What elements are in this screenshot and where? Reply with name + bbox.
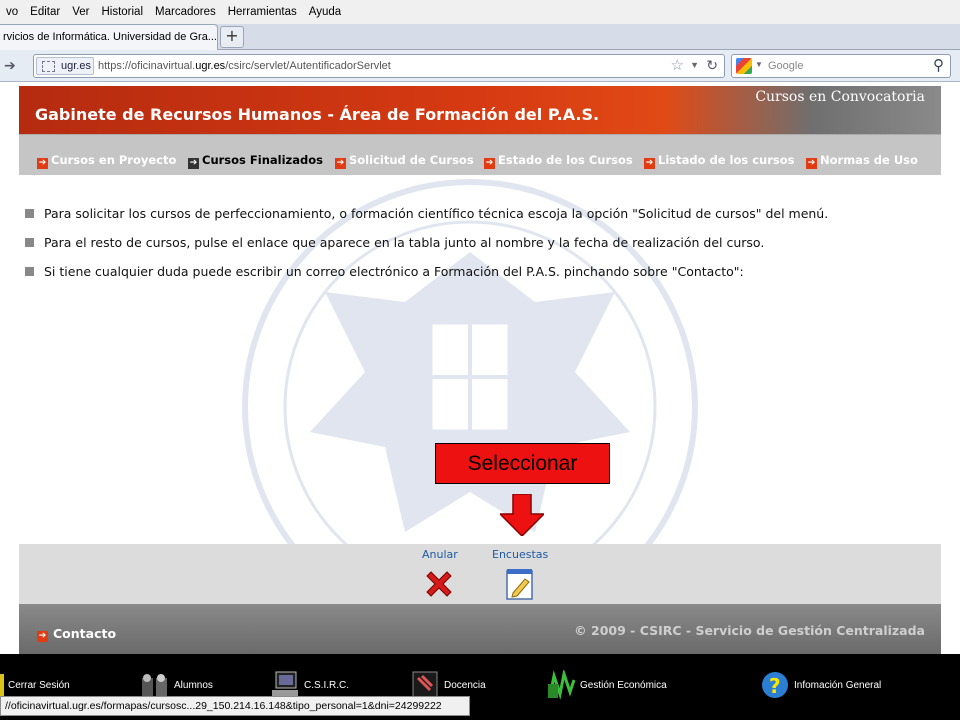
taskbar-item-info[interactable]: ? Infomación General	[760, 670, 881, 700]
taskbar-item-label: Cerrar Sesión	[8, 679, 70, 691]
menu-file[interactable]: vo	[0, 6, 24, 18]
copyright-text: © 2009 - CSIRC - Servicio de Gestión Cen…	[574, 623, 925, 638]
contact-link[interactable]: ➔ Contacto	[37, 626, 116, 642]
surveys-link[interactable]: Encuestas	[492, 548, 548, 561]
search-box[interactable]: ▼ Google ⚲	[731, 54, 951, 78]
taskbar-item-economia[interactable]: Gestión Económica	[546, 668, 667, 700]
nav-item-estado-cursos[interactable]: ➔ Estado de los Cursos	[484, 153, 633, 169]
url-prefix: https://oficinavirtual.	[98, 60, 196, 72]
browser-tabbar: rvicios de Informática. Universidad de G…	[0, 24, 960, 50]
cancel-x-icon[interactable]	[423, 568, 455, 600]
arrow-right-icon: ➔	[37, 158, 48, 169]
nav-item-solicitud-cursos[interactable]: ➔ Solicitud de Cursos	[335, 153, 474, 169]
taskbar-item-label: Alumnos	[174, 679, 213, 691]
page-title: Gabinete de Recursos Humanos - Área de F…	[35, 105, 600, 124]
site-header: Gabinete de Recursos Humanos - Área de F…	[19, 86, 941, 134]
url-text[interactable]: https://oficinavirtual.ugr.es/csirc/serv…	[98, 60, 391, 72]
bullet-square-icon	[25, 267, 34, 276]
arrow-right-icon: ➔	[37, 631, 48, 642]
url-domain: ugr.es	[195, 60, 226, 72]
browser-menubar: vo Editar Ver Historial Marcadores Herra…	[0, 0, 960, 24]
arrow-right-icon: ➔	[335, 158, 346, 169]
site-footer: ➔ Contacto © 2009 - CSIRC - Servicio de G…	[19, 604, 941, 654]
taskbar-item-label: Docencia	[444, 679, 486, 691]
taskbar-item-label: C.S.I.R.C.	[304, 679, 350, 691]
browser-status-bar: //oficinavirtual.ugr.es/formapas/cursosc…	[0, 696, 470, 716]
nav-item-label: Solicitud de Cursos	[349, 153, 474, 167]
header-section-label[interactable]: Cursos en Convocatoria	[755, 89, 925, 105]
site-identity-icon	[42, 61, 55, 72]
nav-item-normas-uso[interactable]: ➔ Normas de Uso	[806, 153, 918, 169]
search-icon[interactable]: ⚲	[933, 56, 944, 74]
survey-edit-icon[interactable]	[504, 567, 536, 601]
new-tab-button[interactable]: +	[220, 26, 244, 48]
reload-icon[interactable]: ↻	[706, 57, 718, 74]
taskbar-item-label: Gestión Económica	[580, 679, 667, 691]
site-identity-button[interactable]: ugr.es	[36, 57, 94, 75]
arrow-right-icon: ➔	[188, 158, 199, 169]
list-item: Si tiene cualquier duda puede escribir u…	[25, 264, 828, 293]
svg-text:?: ?	[769, 674, 781, 698]
info-icon: ?	[760, 670, 790, 700]
search-engine-dropdown-icon[interactable]: ▼	[755, 60, 763, 69]
menu-view[interactable]: Ver	[66, 6, 95, 18]
web-page: Gabinete de Recursos Humanos - Área de F…	[0, 82, 960, 654]
url-bar[interactable]: ugr.es https://oficinavirtual.ugr.es/csi…	[33, 54, 725, 78]
list-item-text: Para el resto de cursos, pulse el enlace…	[44, 235, 765, 250]
instructions-list: Para solicitar los cursos de perfecciona…	[25, 206, 828, 293]
cancel-link[interactable]: Anular	[422, 548, 458, 561]
nav-item-label: Normas de Uso	[820, 153, 918, 167]
nav-item-cursos-proyecto[interactable]: ➔ Cursos en Proyecto	[37, 153, 176, 169]
url-dropdown-icon[interactable]: ▼	[690, 60, 699, 70]
menu-help[interactable]: Ayuda	[303, 6, 347, 18]
down-arrow-icon	[500, 494, 544, 536]
browser-navbar: ➔ ugr.es https://oficinavirtual.ugr.es/c…	[0, 50, 960, 126]
nav-item-label: Estado de los Cursos	[498, 153, 633, 167]
arrow-right-icon: ➔	[484, 158, 495, 169]
taskbar-item-label: Infomación General	[794, 679, 882, 691]
menu-edit[interactable]: Editar	[24, 6, 66, 18]
section-nav: ➔ Cursos en Proyecto ➔ Cursos Finalizados …	[19, 134, 941, 175]
bullet-square-icon	[25, 209, 34, 218]
list-item: Para solicitar los cursos de perfecciona…	[25, 206, 828, 235]
arrow-right-icon: ➔	[644, 158, 655, 169]
economy-icon	[546, 668, 576, 700]
menu-history[interactable]: Historial	[95, 6, 149, 18]
url-path: /csirc/servlet/AutentificadorServlet	[225, 60, 391, 72]
menu-tools[interactable]: Herramientas	[222, 6, 303, 18]
browser-tab[interactable]: rvicios de Informática. Universidad de G…	[0, 24, 218, 50]
nav-item-label: Cursos en Proyecto	[51, 153, 177, 167]
site-identity-label: ugr.es	[61, 60, 91, 72]
action-bar: Anular Encuestas	[19, 544, 941, 604]
select-callout: Seleccionar	[435, 443, 610, 484]
bullet-square-icon	[25, 238, 34, 247]
menu-bookmarks[interactable]: Marcadores	[149, 6, 222, 18]
list-item-text: Para solicitar los cursos de perfecciona…	[44, 206, 829, 221]
nav-item-label: Cursos Finalizados	[202, 153, 323, 167]
arrow-right-icon: ➔	[806, 158, 817, 169]
nav-item-label: Listado de los cursos	[658, 153, 795, 167]
nav-item-listado-cursos[interactable]: ➔ Listado de los cursos	[644, 153, 795, 169]
nav-item-cursos-finalizados[interactable]: ➔ Cursos Finalizados	[188, 153, 323, 169]
list-item-text: Si tiene cualquier duda puede escribir u…	[44, 264, 744, 279]
forward-icon[interactable]: ➔	[4, 58, 16, 74]
list-item: Para el resto de cursos, pulse el enlace…	[25, 235, 828, 264]
contact-label: Contacto	[53, 626, 117, 641]
bookmark-star-icon[interactable]: ☆	[671, 56, 684, 74]
google-logo-icon	[736, 58, 752, 74]
search-input[interactable]: Google	[768, 60, 803, 72]
